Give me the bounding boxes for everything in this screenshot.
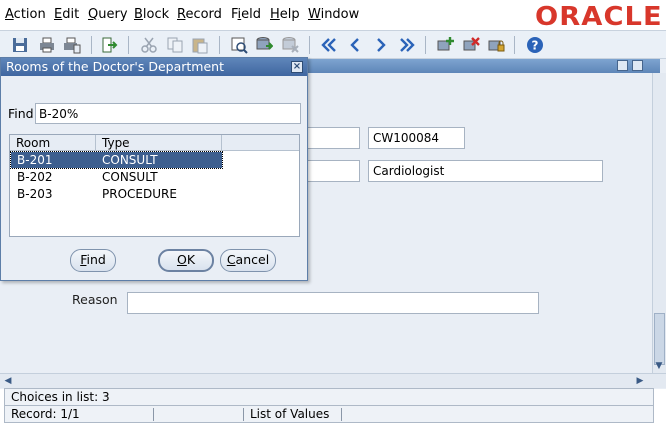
column-header-filler <box>222 135 299 151</box>
print-setup-icon[interactable] <box>63 36 81 54</box>
room-cell: B-201 <box>17 153 53 167</box>
menu-block[interactable]: Block <box>134 7 169 22</box>
status-divider <box>243 408 244 421</box>
lov-title-text: Rooms of the Doctor's Department <box>6 59 224 74</box>
doctor-code-field[interactable]: CW100084 <box>368 127 465 149</box>
find-input[interactable] <box>35 103 301 124</box>
record-indicator: Record: 1/1 <box>11 407 80 421</box>
menu-help[interactable]: Help <box>270 7 300 22</box>
help-icon[interactable]: ? <box>526 36 544 54</box>
find-label: Find <box>8 106 34 121</box>
table-row[interactable]: B-201 CONSULT <box>10 151 223 169</box>
reason-label: Reason <box>72 292 118 307</box>
query-find-icon[interactable] <box>230 36 248 54</box>
menu-record[interactable]: Record <box>177 7 222 22</box>
type-cell: CONSULT <box>102 153 158 167</box>
menu-window[interactable]: Window <box>308 7 359 22</box>
menu-query[interactable]: Query <box>88 7 128 22</box>
scroll-down-icon[interactable]: ▼ <box>653 360 665 372</box>
horizontal-scrollbar[interactable]: ◀ ▶ <box>0 373 666 388</box>
ok-button[interactable]: OK <box>158 249 214 272</box>
scroll-left-icon[interactable]: ◀ <box>2 375 14 387</box>
save-icon[interactable] <box>11 36 29 54</box>
lov-results-table: Room Type B-201 CONSULT B-202 CONSULT B-… <box>9 134 300 237</box>
copy-icon[interactable] <box>166 36 184 54</box>
print-icon[interactable] <box>38 36 56 54</box>
obscured-field-2[interactable] <box>300 160 360 182</box>
previous-record-icon[interactable] <box>346 36 364 54</box>
delete-record-icon[interactable] <box>462 36 480 54</box>
cancel-query-icon[interactable] <box>281 36 299 54</box>
table-row[interactable]: B-202 CONSULT <box>11 169 222 185</box>
room-cell: B-202 <box>17 170 53 184</box>
type-cell: PROCEDURE <box>102 187 177 201</box>
toolbar-separator <box>219 36 220 54</box>
status-divider <box>153 408 154 421</box>
specialty-field[interactable]: Cardiologist <box>368 160 603 182</box>
reason-field[interactable] <box>127 292 539 314</box>
execute-query-icon[interactable] <box>255 36 273 54</box>
maximize-icon[interactable] <box>632 60 643 71</box>
menu-action[interactable]: Action <box>5 7 46 22</box>
table-row[interactable]: B-203 PROCEDURE <box>11 186 222 202</box>
column-header-type[interactable]: Type <box>96 135 222 151</box>
status-divider <box>341 408 342 421</box>
status-message-line: Choices in list: 3 <box>4 388 654 406</box>
toolbar-separator <box>128 36 129 54</box>
choices-count-text: Choices in list: 3 <box>11 390 110 404</box>
svg-text:?: ? <box>532 39 539 53</box>
menu-bar: Action Edit Query Block Record Field Hel… <box>0 0 666 32</box>
room-cell: B-203 <box>17 187 53 201</box>
toolbar-separator <box>91 36 92 54</box>
toolbar-separator <box>514 36 515 54</box>
toolbar-separator <box>309 36 310 54</box>
cut-icon[interactable] <box>140 36 158 54</box>
lov-titlebar[interactable]: Rooms of the Doctor's Department × <box>1 58 307 76</box>
paste-icon[interactable] <box>191 36 209 54</box>
status-bar: Record: 1/1 List of Values <box>4 405 654 423</box>
menu-field[interactable]: Field <box>231 7 261 22</box>
obscured-field-1[interactable] <box>300 127 360 149</box>
scroll-right-icon[interactable]: ▶ <box>634 375 646 387</box>
mode-indicator: List of Values <box>250 407 330 421</box>
vertical-scrollbar[interactable]: ▼ <box>652 73 666 373</box>
lov-dialog: Rooms of the Doctor's Department × Find … <box>0 57 308 281</box>
next-record-icon[interactable] <box>372 36 390 54</box>
exit-icon[interactable] <box>100 36 118 54</box>
next-block-icon[interactable] <box>398 36 416 54</box>
oracle-logo: ORACLE <box>535 2 664 32</box>
find-button[interactable]: Find <box>70 249 116 272</box>
close-icon[interactable]: × <box>291 61 303 73</box>
toolbar: ? <box>0 30 666 59</box>
cancel-button[interactable]: Cancel <box>220 249 276 272</box>
toolbar-separator <box>425 36 426 54</box>
minimize-icon[interactable] <box>617 60 628 71</box>
lock-record-icon[interactable] <box>487 36 505 54</box>
type-cell: CONSULT <box>102 170 158 184</box>
insert-record-icon[interactable] <box>436 36 454 54</box>
column-header-room[interactable]: Room <box>10 135 96 151</box>
previous-block-icon[interactable] <box>320 36 338 54</box>
vertical-scroll-thumb[interactable] <box>654 313 665 365</box>
menu-edit[interactable]: Edit <box>54 7 79 22</box>
